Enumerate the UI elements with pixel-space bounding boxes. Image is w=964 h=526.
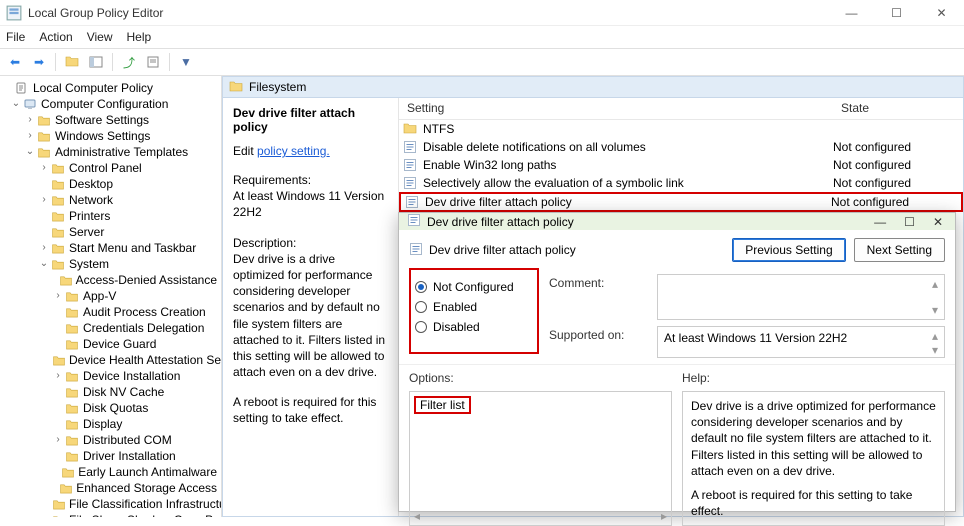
comment-label: Comment: (549, 274, 649, 290)
list-row[interactable]: NTFS (399, 120, 963, 138)
supported-label: Supported on: (549, 326, 649, 342)
show-hide-tree-button[interactable] (85, 51, 107, 73)
filter-list-label: Filter list (414, 396, 471, 414)
list-row[interactable]: Enable Win32 long pathsNot configured (399, 156, 963, 174)
tree-administrative-templates[interactable]: Administrative Templates (0, 144, 221, 160)
menu-view[interactable]: View (87, 30, 113, 44)
tree-network[interactable]: Network (0, 192, 221, 208)
row-state: Not configured (833, 158, 963, 172)
tree-root[interactable]: Local Computer Policy (0, 80, 221, 96)
tree-windows-settings[interactable]: Windows Settings (0, 128, 221, 144)
tree-distributed-com[interactable]: Distributed COM (0, 432, 221, 448)
tree-system[interactable]: System (0, 256, 221, 272)
description-label: Description: (233, 235, 388, 251)
tree-disk-nv-cache[interactable]: Disk NV Cache (0, 384, 221, 400)
tree-credentials[interactable]: Credentials Delegation (0, 320, 221, 336)
tree-file-share-shadow[interactable]: File Share Shadow Copy Provider (0, 512, 221, 517)
tree-control-panel[interactable]: Control Panel (0, 160, 221, 176)
app-icon (6, 5, 22, 21)
policy-icon (403, 158, 419, 172)
row-label: Dev drive filter attach policy (425, 195, 831, 209)
tree-file-classification[interactable]: File Classification Infrastructure (0, 496, 221, 512)
policy-dialog: Dev drive filter attach policy — ☐ ✕ Dev… (398, 212, 956, 512)
row-state: Not configured (831, 195, 961, 209)
next-setting-button[interactable]: Next Setting (854, 238, 945, 262)
menu-action[interactable]: Action (39, 30, 72, 44)
menu-help[interactable]: Help (127, 30, 152, 44)
menu-file[interactable]: File (6, 30, 25, 44)
properties-button[interactable] (142, 51, 164, 73)
dialog-sub-icon (409, 242, 423, 259)
list-row[interactable]: Dev drive filter attach policyNot config… (399, 192, 963, 212)
requirements-text: At least Windows 11 Version 22H2 (233, 188, 388, 220)
comment-field[interactable]: ▴▾ (657, 274, 945, 320)
export-button[interactable]: ⤴ (118, 51, 140, 73)
tree-enhanced-storage[interactable]: Enhanced Storage Access (0, 480, 221, 496)
list-row[interactable]: Disable delete notifications on all volu… (399, 138, 963, 156)
window-title: Local Group Policy Editor (28, 6, 829, 20)
tree-driver-installation[interactable]: Driver Installation (0, 448, 221, 464)
policy-icon (403, 176, 419, 190)
tree-audit-process[interactable]: Audit Process Creation (0, 304, 221, 320)
radio-disabled[interactable]: Disabled (415, 320, 533, 334)
dialog-title: Dev drive filter attach policy (427, 215, 874, 229)
tree-display[interactable]: Display (0, 416, 221, 432)
tree-server[interactable]: Server (0, 224, 221, 240)
requirements-label: Requirements: (233, 172, 388, 188)
folder-icon (229, 80, 243, 95)
edit-policy-link[interactable]: policy setting. (257, 144, 330, 158)
up-button[interactable] (61, 51, 83, 73)
tree-device-health[interactable]: Device Health Attestation Service (0, 352, 221, 368)
tree-disk-quotas[interactable]: Disk Quotas (0, 400, 221, 416)
radio-enabled[interactable]: Enabled (415, 300, 533, 314)
previous-setting-button[interactable]: Previous Setting (732, 238, 845, 262)
minimize-button[interactable]: — (829, 0, 874, 25)
back-button[interactable]: ⬅ (4, 51, 26, 73)
forward-button[interactable]: ➡ (28, 51, 50, 73)
options-label: Options: (409, 371, 672, 385)
tree-software-settings[interactable]: Software Settings (0, 112, 221, 128)
tree-device-installation[interactable]: Device Installation (0, 368, 221, 384)
selected-policy-title: Dev drive filter attach policy (233, 106, 388, 134)
folder-icon (403, 122, 419, 136)
dialog-maximize-button[interactable]: ☐ (904, 215, 915, 229)
dialog-icon (407, 213, 421, 230)
row-label: Disable delete notifications on all volu… (423, 140, 833, 154)
policy-tree[interactable]: Local Computer Policy Computer Configura… (0, 76, 222, 517)
help-box: Dev drive is a drive optimized for perfo… (682, 391, 945, 526)
tree-access-denied[interactable]: Access-Denied Assistance (0, 272, 221, 288)
policy-icon (403, 140, 419, 154)
row-state: Not configured (833, 140, 963, 154)
tree-desktop[interactable]: Desktop (0, 176, 221, 192)
pane-title: Filesystem (249, 80, 306, 94)
row-label: Selectively allow the evaluation of a sy… (423, 176, 833, 190)
dialog-minimize-button[interactable]: — (874, 215, 886, 229)
tree-computer-configuration[interactable]: Computer Configuration (0, 96, 221, 112)
row-label: Enable Win32 long paths (423, 158, 833, 172)
list-row[interactable]: Selectively allow the evaluation of a sy… (399, 174, 963, 192)
policy-icon (405, 195, 421, 209)
tree-device-guard[interactable]: Device Guard (0, 336, 221, 352)
tree-start-menu[interactable]: Start Menu and Taskbar (0, 240, 221, 256)
options-box[interactable]: Filter list ◂▸ (409, 391, 672, 526)
column-state[interactable]: State (833, 98, 963, 119)
maximize-button[interactable]: ☐ (874, 0, 919, 25)
description-text: Dev drive is a drive optimized for perfo… (233, 251, 388, 381)
dialog-sub-title: Dev drive filter attach policy (429, 243, 576, 257)
help-label: Help: (682, 371, 945, 385)
tree-printers[interactable]: Printers (0, 208, 221, 224)
reboot-note: A reboot is required for this setting to… (233, 394, 388, 426)
tree-app-v[interactable]: App-V (0, 288, 221, 304)
tree-elam[interactable]: Early Launch Antimalware (0, 464, 221, 480)
row-label: NTFS (423, 122, 833, 136)
row-state: Not configured (833, 176, 963, 190)
supported-field: At least Windows 11 Version 22H2▴▾ (657, 326, 945, 358)
column-setting[interactable]: Setting (399, 98, 833, 119)
radio-not-configured[interactable]: Not Configured (415, 280, 533, 294)
dialog-close-button[interactable]: ✕ (933, 215, 943, 229)
close-button[interactable]: ✕ (919, 0, 964, 25)
filter-button[interactable]: ▼ (175, 51, 197, 73)
